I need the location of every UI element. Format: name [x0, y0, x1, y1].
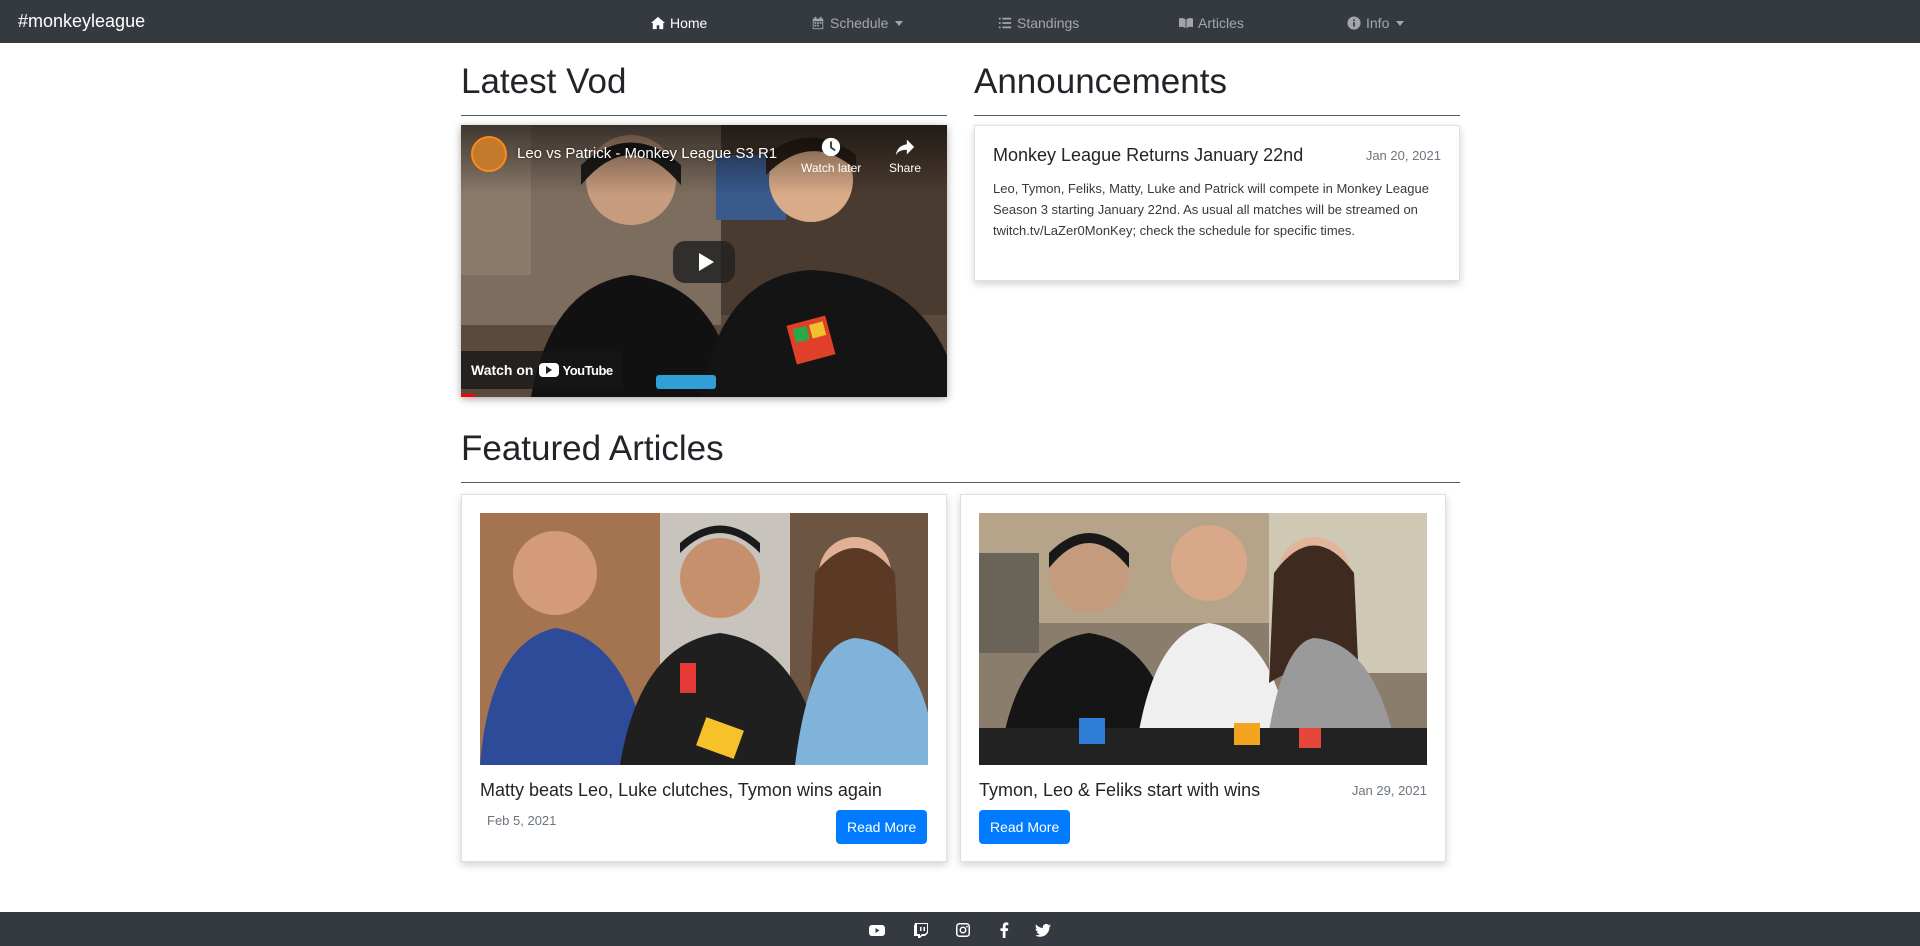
read-more-button[interactable]: Read More: [979, 810, 1071, 844]
nav-info-label: Info: [1366, 15, 1390, 31]
announcement-card: Monkey League Returns January 22nd Jan 2…: [974, 125, 1460, 281]
video-embed[interactable]: Leo vs Patrick - Monkey League S3 R1 Wat…: [461, 125, 947, 397]
facebook-link[interactable]: [996, 922, 1012, 938]
list-icon: [998, 17, 1012, 29]
instagram-link[interactable]: [955, 922, 971, 938]
nav-schedule[interactable]: Schedule: [811, 15, 904, 31]
latest-vod-heading: Latest Vod: [461, 62, 627, 101]
youtube-logo: YouTube: [539, 362, 613, 378]
calendar-icon: [812, 16, 824, 30]
play-icon: [698, 253, 714, 271]
clock-icon: [821, 137, 841, 157]
nav-home[interactable]: Home: [651, 15, 707, 31]
featured-articles-heading: Featured Articles: [461, 429, 724, 468]
twitch-icon: [914, 923, 928, 938]
read-more-button[interactable]: Read More: [836, 810, 928, 844]
facebook-icon: [1000, 922, 1009, 938]
play-button[interactable]: [673, 241, 735, 283]
twitch-link[interactable]: [913, 922, 929, 938]
article-title[interactable]: Tymon, Leo & Feliks start with wins: [979, 780, 1260, 801]
video-progress-bar: [461, 394, 475, 397]
brand-logo[interactable]: #monkeyleague: [18, 11, 145, 32]
watch-on-label: Watch on: [471, 362, 534, 378]
twitter-icon: [1035, 923, 1051, 937]
nav-articles-label: Articles: [1198, 15, 1244, 31]
nav-standings[interactable]: Standings: [998, 15, 1079, 31]
article-title[interactable]: Matty beats Leo, Luke clutches, Tymon wi…: [480, 780, 882, 801]
top-navbar: #monkeyleague Home Schedule Standings Ar…: [0, 0, 1920, 43]
article-thumbnail: [979, 513, 1427, 765]
nav-home-label: Home: [670, 15, 708, 31]
announcement-date: Jan 20, 2021: [1365, 148, 1441, 163]
chevron-down-icon: [1396, 20, 1405, 26]
watch-later-label: Watch later: [801, 161, 862, 175]
youtube-link[interactable]: [869, 922, 885, 938]
video-title[interactable]: Leo vs Patrick - Monkey League S3 R1: [517, 145, 777, 162]
announcement-title: Monkey League Returns January 22nd: [993, 145, 1304, 165]
article-card: Tymon, Leo & Feliks start with wins Jan …: [960, 494, 1446, 862]
share-label: Share: [889, 161, 922, 175]
nav-info[interactable]: Info: [1347, 15, 1405, 31]
home-icon: [651, 16, 665, 30]
share-icon: [895, 139, 915, 156]
instagram-icon: [956, 923, 970, 937]
channel-avatar[interactable]: [471, 136, 507, 172]
nav-schedule-label: Schedule: [830, 15, 889, 31]
divider: [461, 115, 947, 116]
youtube-icon: [539, 363, 560, 377]
article-image[interactable]: [480, 513, 928, 765]
article-date: Jan 29, 2021: [1351, 783, 1427, 798]
nav-articles[interactable]: Articles: [1179, 15, 1244, 31]
article-date: Feb 5, 2021: [487, 813, 557, 828]
twitter-link[interactable]: [1035, 922, 1051, 938]
youtube-wordmark: YouTube: [562, 362, 613, 378]
nav-standings-label: Standings: [1017, 15, 1080, 31]
article-card: Matty beats Leo, Luke clutches, Tymon wi…: [461, 494, 947, 862]
divider: [461, 482, 1460, 483]
watch-later-button[interactable]: Watch later: [801, 136, 861, 175]
share-button[interactable]: Share: [889, 136, 921, 175]
book-icon: [1179, 18, 1193, 29]
announcement-body: Leo, Tymon, Feliks, Matty, Luke and Patr…: [993, 181, 1429, 238]
article-image[interactable]: [979, 513, 1427, 765]
youtube-icon: [869, 925, 885, 936]
chevron-down-icon: [895, 20, 904, 26]
divider: [974, 115, 1460, 116]
article-thumbnail: [480, 513, 928, 765]
watch-on-youtube-button[interactable]: Watch on YouTube: [461, 351, 623, 389]
announcements-heading: Announcements: [974, 62, 1227, 101]
footer: [0, 912, 1920, 946]
info-icon: [1347, 16, 1361, 30]
